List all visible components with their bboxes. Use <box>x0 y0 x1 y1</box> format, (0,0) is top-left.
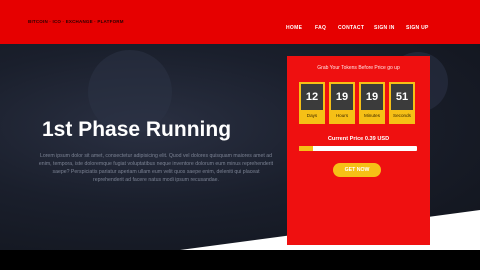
nav-contact[interactable]: CONTACT <box>338 25 364 31</box>
current-price: Current Price 0.39 USD <box>287 136 430 142</box>
browser-viewport: BITCOIN · ICO · EXCHANGE · PLATFORM HOME… <box>0 0 480 270</box>
nav-home[interactable]: HOME <box>286 25 302 31</box>
nav-sign-in[interactable]: SIGN IN <box>374 25 395 31</box>
price-label: Current Price <box>327 136 364 142</box>
countdown-seconds: 51 Seconds <box>389 82 415 124</box>
countdown-days-label: Days <box>306 113 318 118</box>
countdown-hours-label: Hours <box>335 113 349 118</box>
countdown-minutes: 19 Minutes <box>359 82 385 124</box>
countdown-seconds-label: Seconds <box>393 113 411 118</box>
price-value: 0.39 USD <box>364 136 390 142</box>
nav-sign-up[interactable]: SIGN UP <box>406 25 429 31</box>
countdown-days-value: 12 <box>301 84 323 110</box>
countdown-heading: Grab Your Tokens Before Price go up <box>317 65 400 71</box>
sale-progress-bar <box>299 146 417 151</box>
get-now-button[interactable]: GET NOW <box>333 163 381 177</box>
sale-progress-fill <box>299 146 314 151</box>
bottom-band <box>0 250 480 270</box>
countdown-panel: Grab Your Tokens Before Price go up 12 D… <box>287 56 430 245</box>
countdown-minutes-value: 19 <box>361 84 383 110</box>
countdown-minutes-label: Minutes <box>363 113 381 118</box>
hero-description: Lorem ipsum dolor sit amet, consectetur … <box>38 153 274 183</box>
countdown-hours: 19 Hours <box>329 82 355 124</box>
hero-title: 1st Phase Running <box>42 118 232 141</box>
countdown-seconds-value: 51 <box>391 84 413 110</box>
countdown-hours-value: 19 <box>331 84 353 110</box>
nav-faq[interactable]: FAQ <box>315 25 326 31</box>
countdown-days: 12 Days <box>299 82 325 124</box>
top-navbar: BITCOIN · ICO · EXCHANGE · PLATFORM HOME… <box>0 0 480 44</box>
brand-tagline: BITCOIN · ICO · EXCHANGE · PLATFORM <box>28 19 124 24</box>
